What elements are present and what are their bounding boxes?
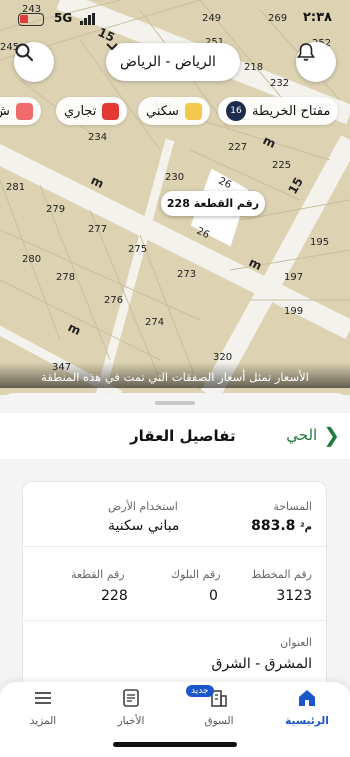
plan-label: رقم المخطط <box>251 568 312 581</box>
home-icon <box>299 690 315 706</box>
nav-more[interactable]: المزيد <box>8 687 78 727</box>
city-select[interactable]: الرياض - الرياض <box>106 43 240 81</box>
plot-number: 199 <box>284 306 303 317</box>
legend-commercial-label: تجاري <box>64 103 97 119</box>
commercial-swatch <box>102 102 120 120</box>
block-label: رقم البلوك <box>171 568 221 581</box>
address-label: العنوان <box>280 636 312 649</box>
plot-tooltip[interactable]: رقم القطعة 228 <box>161 191 265 216</box>
home-indicator <box>113 742 237 747</box>
plot-number: 277 <box>88 224 107 235</box>
plot-number: 225 <box>272 160 291 171</box>
map-key-chip[interactable]: 16 مفتاح الخريطة <box>218 97 339 125</box>
prices-note: الأسعار تمثل أسعار الصفقات التي تمت في ه… <box>0 362 350 388</box>
legend-commercial-chip[interactable]: تجاري <box>56 97 128 125</box>
legend-residential-chip[interactable]: سكني <box>138 97 210 125</box>
map-key-label: مفتاح الخريطة <box>252 103 331 119</box>
map-key-count: 16 <box>226 101 246 121</box>
search-button[interactable] <box>14 42 54 82</box>
map-view[interactable]: 15 15 m m m m 243 245 251 252 218 233 24… <box>0 0 350 395</box>
land-use-label: استخدام الأرض <box>108 500 178 513</box>
chevron-right-icon: ❯ <box>323 423 340 447</box>
plot-number: 232 <box>270 78 289 89</box>
notifications-button[interactable] <box>296 42 336 82</box>
plot-number: 274 <box>145 317 164 328</box>
legend-other-chip[interactable]: ش <box>0 97 41 125</box>
status-time: ٢:٣٨ <box>302 10 332 25</box>
battery-icon <box>18 13 44 26</box>
status-bar: 5G ٢:٣٨ <box>10 10 340 30</box>
nav-news[interactable]: الأخبار <box>96 687 166 727</box>
plan-value: 3123 <box>276 588 312 604</box>
signal-icon <box>80 13 96 25</box>
plot-number: 280 <box>22 254 41 265</box>
plot-number: 234 <box>88 132 107 143</box>
neighborhood-link[interactable]: الحي ❯ <box>286 425 340 445</box>
plot-number: 281 <box>6 182 25 193</box>
area-value: م² 883.8 <box>251 518 312 534</box>
search-icon <box>15 43 33 61</box>
sheet-title: تفاصيل العقار <box>130 427 236 445</box>
plot-number: 197 <box>284 272 303 283</box>
plot-number: 195 <box>310 237 329 248</box>
news-icon <box>123 689 139 707</box>
plot-number: 227 <box>228 142 247 153</box>
neighborhood-label: الحي <box>286 426 318 444</box>
city-select-label: الرياض - الرياض <box>120 54 216 70</box>
property-info-card: المساحة م² 883.8 استخدام الأرض مباني سكن… <box>22 481 327 691</box>
new-badge: جديد <box>186 685 214 697</box>
plot-number: 273 <box>177 269 196 280</box>
plot-number: 279 <box>46 204 65 215</box>
other-swatch <box>15 102 33 120</box>
area-label: المساحة <box>273 500 312 513</box>
plot-number: 230 <box>165 172 184 183</box>
sheet-grabber[interactable] <box>155 401 195 405</box>
residential-swatch <box>184 102 202 120</box>
sheet-header: تفاصيل العقار الحي ❯ <box>0 413 350 459</box>
divider <box>23 620 326 621</box>
plot-number: 275 <box>128 244 147 255</box>
land-use-value: مباني سكنية <box>108 518 180 534</box>
menu-icon <box>35 692 51 704</box>
plot-label: رقم القطعة <box>71 568 125 581</box>
network-type: 5G <box>54 11 73 25</box>
bell-icon <box>297 43 315 61</box>
bottom-navigation: الرئيسية السوق جديد الأخبار المزيد <box>0 682 350 757</box>
legend-other-label: ش <box>0 103 10 119</box>
nav-home[interactable]: الرئيسية <box>272 687 342 727</box>
chevron-down-icon <box>106 43 118 51</box>
plot-number: 278 <box>56 272 75 283</box>
divider <box>23 546 326 547</box>
plot-number: 276 <box>104 295 123 306</box>
block-value: 0 <box>209 588 218 604</box>
address-value: المشرق - الشرق <box>211 656 312 672</box>
plot-value: 228 <box>101 588 128 604</box>
legend-residential-label: سكني <box>146 103 179 119</box>
area-unit: م² <box>300 522 312 533</box>
plot-number: 218 <box>244 62 263 73</box>
